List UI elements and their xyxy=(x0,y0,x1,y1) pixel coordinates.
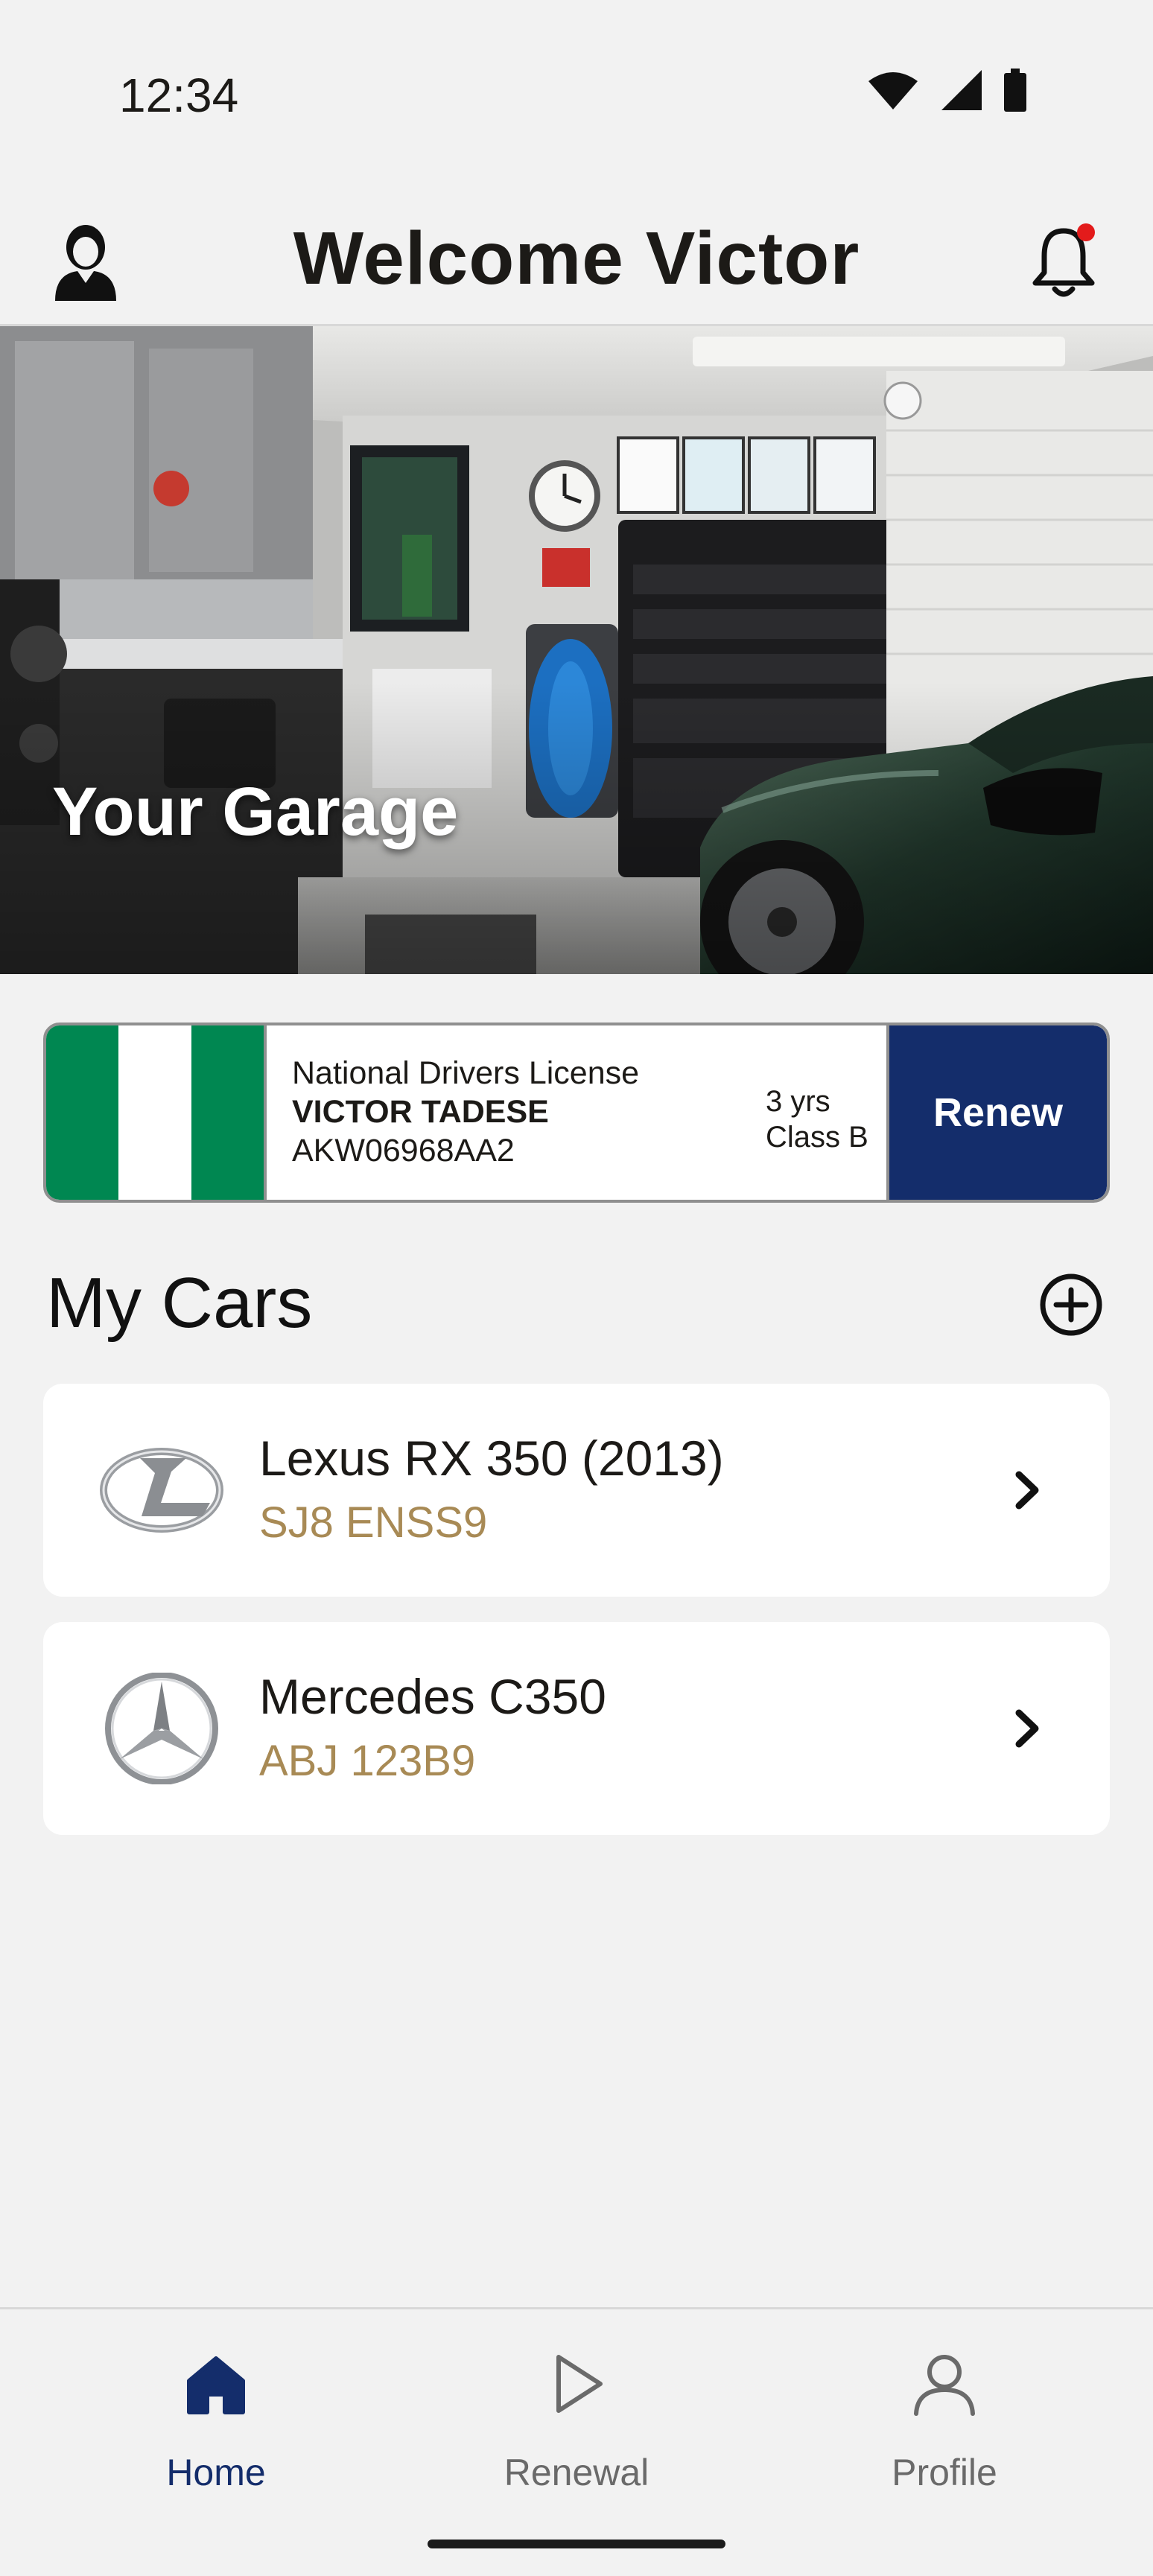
drivers-license-card[interactable]: National Drivers License VICTOR TADESE A… xyxy=(43,1023,1110,1203)
add-car-button[interactable] xyxy=(1038,1272,1104,1338)
license-holder: VICTOR TADESE xyxy=(292,1094,549,1130)
nav-profile-label: Profile xyxy=(892,2452,997,2493)
lexus-logo-icon xyxy=(98,1434,225,1546)
battery-icon xyxy=(1004,69,1026,112)
car-plate: ABJ 123B9 xyxy=(259,1737,476,1785)
hero-title: Your Garage xyxy=(52,774,459,850)
license-class: Class B xyxy=(766,1121,868,1154)
notifications-button[interactable] xyxy=(1026,220,1101,302)
bottom-nav: Home Renewal Profile xyxy=(0,2307,1153,2576)
home-indicator xyxy=(428,2540,725,2548)
nav-renewal-label: Renewal xyxy=(504,2452,649,2493)
garage-illustration xyxy=(0,326,1153,974)
chevron-right-icon xyxy=(1006,1702,1050,1755)
page-title: Welcome Victor xyxy=(293,217,860,300)
person-icon xyxy=(914,2355,975,2416)
garage-hero-image: Your Garage xyxy=(0,326,1153,974)
nav-home-label: Home xyxy=(166,2452,266,2493)
nav-profile[interactable]: Profile xyxy=(818,2347,1071,2518)
bell-icon xyxy=(1032,223,1095,297)
wifi-icon xyxy=(868,72,918,109)
signal-icon xyxy=(941,70,982,110)
nav-renewal[interactable]: Renewal xyxy=(450,2347,703,2518)
car-name: Lexus RX 350 (2013) xyxy=(259,1431,724,1486)
notification-dot xyxy=(1077,223,1095,241)
status-icons xyxy=(867,69,1026,112)
license-validity: 3 yrs xyxy=(766,1085,830,1118)
license-number: AKW06968AA2 xyxy=(292,1133,515,1168)
car-card-lexus[interactable]: Lexus RX 350 (2013) SJ8 ENSS9 xyxy=(43,1384,1110,1597)
my-cars-title: My Cars xyxy=(46,1263,313,1343)
license-details: National Drivers License VICTOR TADESE A… xyxy=(292,1054,639,1170)
home-icon xyxy=(187,2356,245,2414)
license-type: National Drivers License xyxy=(292,1055,640,1091)
play-icon xyxy=(556,2355,603,2413)
chevron-right-icon xyxy=(1006,1464,1050,1516)
car-name: Mercedes C350 xyxy=(259,1669,606,1724)
app-header: Welcome Victor xyxy=(0,201,1153,324)
car-plate: SJ8 ENSS9 xyxy=(259,1498,488,1547)
status-time: 12:34 xyxy=(119,69,239,122)
car-card-mercedes[interactable]: Mercedes C350 ABJ 123B9 xyxy=(43,1622,1110,1835)
license-meta: 3 yrs Class B xyxy=(766,1084,868,1155)
renew-button[interactable]: Renew xyxy=(886,1025,1107,1200)
nav-home[interactable]: Home xyxy=(89,2347,343,2518)
mercedes-logo-icon xyxy=(98,1672,225,1785)
plus-circle-icon xyxy=(1040,1273,1102,1336)
nigeria-flag xyxy=(46,1025,267,1200)
